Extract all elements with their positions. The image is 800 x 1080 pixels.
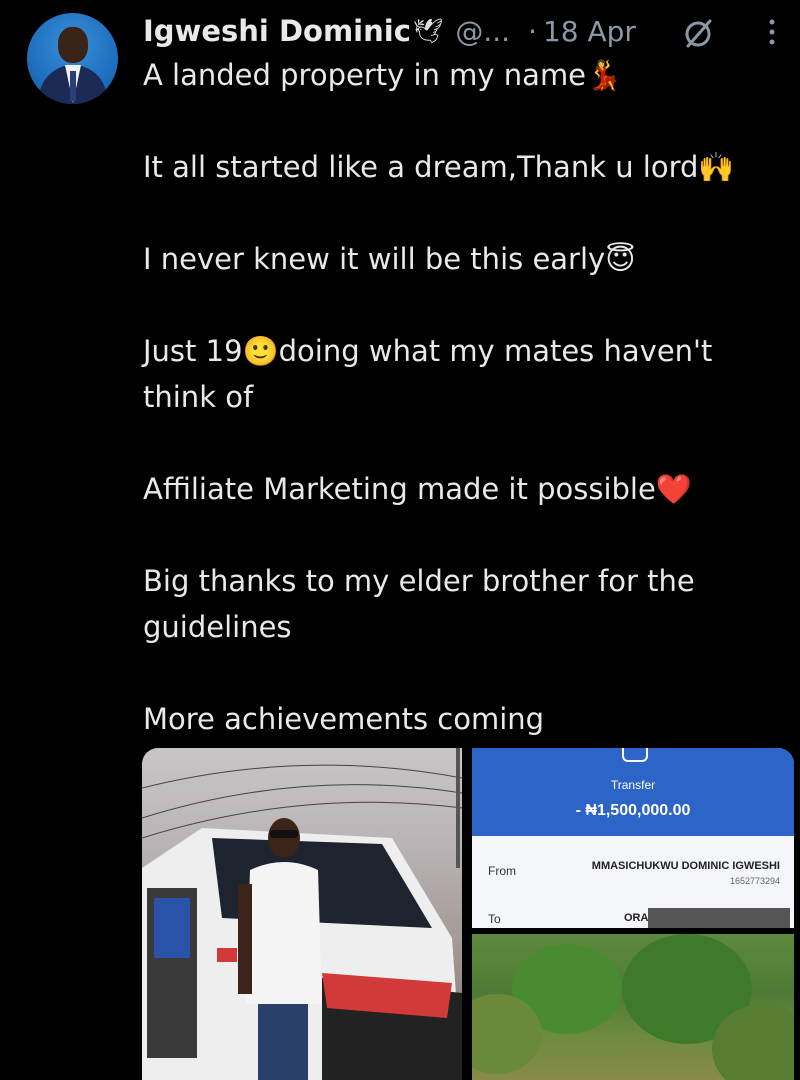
tweet-line: Big thanks to my elder brother for the [143, 564, 695, 598]
tweet-paragraph: I never knew it will be this early😇 [143, 236, 773, 282]
tweet-line: A landed property in my name💃 [143, 58, 623, 92]
dove-icon: 🕊 [412, 17, 444, 45]
tweet-header: Igweshi Dominic 🕊 @... · 18 Apr [143, 10, 636, 52]
author-handle[interactable]: @... [455, 15, 510, 48]
transfer-amount: - ₦1,500,000.00 [575, 802, 691, 819]
author-name[interactable]: Igweshi Dominic [143, 14, 411, 48]
tweet-paragraph: Affiliate Marketing made it possible❤️ [143, 466, 773, 512]
receipt-header: Transfer - ₦1,500,000.00 [472, 748, 794, 836]
tweet-line: think of [143, 380, 254, 414]
media-grid: Transfer - ₦1,500,000.00 From MMASICHUKW… [142, 748, 794, 1080]
tweet-paragraph: Big thanks to my elder brother for the gu… [143, 558, 773, 650]
avatar-tie [70, 71, 76, 101]
tweet-line: I never knew it will be this early😇 [143, 242, 636, 276]
tweet-text: A landed property in my name💃 It all sta… [143, 52, 773, 788]
grok-icon[interactable] [680, 16, 716, 52]
more-vertical-icon[interactable] [766, 14, 778, 50]
tweet-line: Just 19🙂doing what my mates haven't [143, 334, 713, 368]
tweet-line: guidelines [143, 610, 292, 644]
tweet-paragraph: Just 19🙂doing what my mates haven't think… [143, 328, 773, 420]
tweet-line: More achievements coming [143, 702, 545, 736]
tweet-paragraph: It all started like a dream,Thank u lord… [143, 144, 773, 190]
from-account: 1652773294 [729, 876, 780, 886]
to-label: To [488, 912, 501, 926]
bank-icon [622, 748, 648, 762]
person [238, 818, 322, 1080]
bank-transfer-receipt[interactable]: Transfer - ₦1,500,000.00 From MMASICHUKW… [472, 748, 794, 928]
tweet-paragraph: More achievements coming [143, 696, 773, 742]
from-name: MMASICHUKWU DOMINIC IGWESHI [591, 860, 780, 872]
tweet-line: Affiliate Marketing made it possible❤️ [143, 472, 692, 506]
avatar[interactable] [27, 13, 118, 104]
photo-land-plot[interactable] [472, 934, 794, 1080]
from-label: From [488, 864, 516, 878]
tweet-date[interactable]: 18 Apr [543, 15, 636, 48]
redacted-block [648, 908, 790, 928]
photo-man-with-bus[interactable] [142, 748, 462, 1080]
tweet-paragraph: A landed property in my name💃 [143, 52, 773, 98]
tweet-line: It all started like a dream,Thank u lord… [143, 150, 735, 184]
avatar-face [58, 27, 88, 63]
separator: · [528, 14, 537, 48]
transfer-label: Transfer [610, 778, 656, 792]
to-name: ORA [624, 912, 649, 924]
